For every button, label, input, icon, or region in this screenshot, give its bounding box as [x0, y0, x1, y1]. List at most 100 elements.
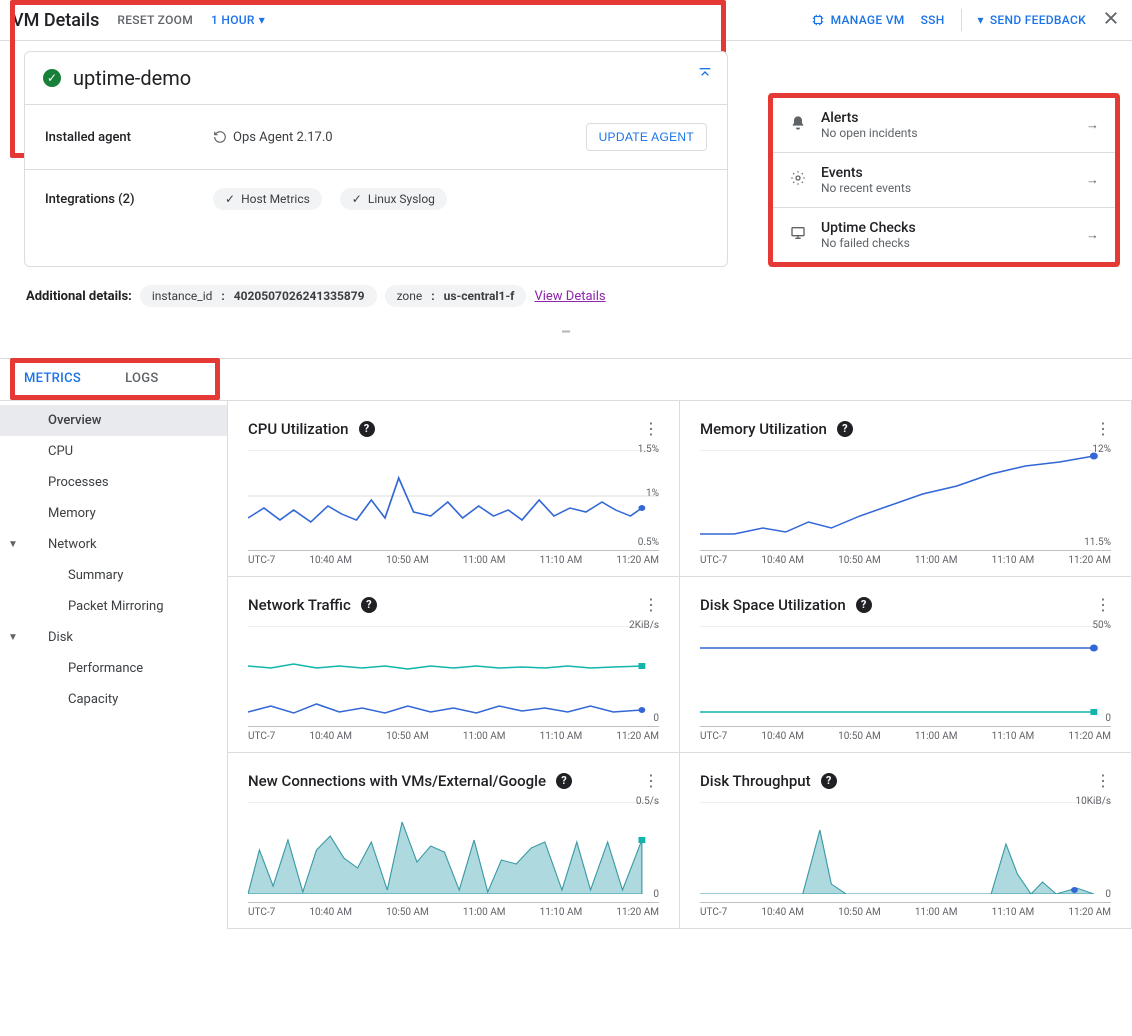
agent-label: Installed agent [45, 130, 195, 145]
chart-menu-button[interactable]: ⋮ [1095, 595, 1111, 614]
check-icon: ✓ [352, 192, 362, 206]
caret-down-icon: ▼ [8, 539, 18, 550]
vm-info-card: ✓ uptime-demo Installed agent Ops Agent … [24, 51, 728, 267]
x-axis: UTC-710:40 AM10:50 AM11:00 AM11:10 AM11:… [248, 902, 659, 918]
y-label: 0 [1105, 889, 1111, 900]
chip-icon [811, 13, 825, 27]
sidebar-item-disk-capacity[interactable]: Capacity [0, 684, 227, 715]
y-label: 0.5/s [636, 796, 659, 807]
sidebar-group-disk[interactable]: ▼Disk [0, 622, 227, 653]
help-icon[interactable]: ? [821, 773, 837, 789]
chart-svg [700, 802, 1111, 894]
tab-metrics[interactable]: METRICS [16, 359, 89, 400]
help-icon[interactable]: ? [361, 597, 377, 613]
y-label: 12% [1092, 444, 1111, 455]
time-range-dropdown[interactable]: 1 HOUR ▾ [211, 13, 265, 27]
view-details-link[interactable]: View Details [534, 289, 605, 304]
collapse-button[interactable] [697, 66, 713, 86]
x-axis: UTC-710:40 AM10:50 AM11:00 AM11:10 AM11:… [700, 726, 1111, 742]
chart-disk-space: Disk Space Utilization ? ⋮ 50% 0 [680, 577, 1132, 753]
events-icon [789, 170, 807, 190]
y-label: 50% [1092, 620, 1111, 631]
x-axis: UTC-710:40 AM10:50 AM11:00 AM11:10 AM11:… [700, 550, 1111, 566]
update-agent-button[interactable]: UPDATE AGENT [586, 123, 707, 151]
chart-menu-button[interactable]: ⋮ [643, 595, 659, 614]
chart-connections: New Connections with VMs/External/Google… [228, 753, 680, 929]
help-icon[interactable]: ? [856, 597, 872, 613]
vm-name: uptime-demo [73, 66, 191, 90]
top-bar: VM Details RESET ZOOM 1 HOUR ▾ MANAGE VM… [0, 0, 1132, 41]
y-label: 11.5% [1084, 537, 1111, 548]
integrations-label: Integrations (2) [45, 192, 195, 207]
collapse-icon [697, 66, 713, 82]
uptime-row[interactable]: Uptime ChecksNo failed checks → [773, 208, 1115, 262]
sidebar-item-processes[interactable]: Processes [0, 467, 227, 498]
ssh-button[interactable]: SSH [921, 13, 945, 27]
chart-menu-button[interactable]: ⋮ [1095, 771, 1111, 790]
chart-svg [248, 450, 659, 542]
drag-handle-icon[interactable]: ━ [0, 325, 1132, 340]
agent-value: Ops Agent 2.17.0 [213, 130, 333, 145]
separator [961, 9, 962, 31]
chart-svg [248, 626, 659, 718]
events-title: Events [821, 165, 911, 181]
arrow-right-icon: → [1086, 227, 1099, 243]
y-label: 0 [1105, 713, 1111, 724]
tab-logs[interactable]: LOGS [117, 359, 167, 400]
chart-menu-button[interactable]: ⋮ [1095, 419, 1111, 438]
events-sub: No recent events [821, 181, 911, 195]
help-icon[interactable]: ? [556, 773, 572, 789]
chart-svg [700, 626, 1111, 718]
sidebar-item-network-summary[interactable]: Summary [0, 560, 227, 591]
y-label: 1% [646, 488, 659, 499]
y-label: 0 [653, 889, 659, 900]
alerts-sub: No open incidents [821, 126, 918, 140]
help-icon[interactable]: ? [837, 421, 853, 437]
chart-title: Disk Space Utilization [700, 596, 846, 614]
chart-svg [248, 802, 659, 894]
chart-menu-button[interactable]: ⋮ [643, 419, 659, 438]
chart-network: Network Traffic ? ⋮ 2KiB/s 0 [228, 577, 680, 753]
chart-memory: Memory Utilization ? ⋮ 12% 11.5% UTC-7 [680, 401, 1132, 577]
help-icon[interactable]: ? [359, 421, 375, 437]
caret-down-icon: ▼ [8, 632, 18, 643]
chart-title: Memory Utilization [700, 420, 827, 438]
sidebar-item-packet-mirroring[interactable]: Packet Mirroring [0, 591, 227, 622]
chart-title: Disk Throughput [700, 772, 811, 790]
bell-icon [789, 115, 807, 135]
arrow-right-icon: → [1086, 172, 1099, 188]
chart-title: Network Traffic [248, 596, 351, 614]
integration-chip[interactable]: ✓Host Metrics [213, 188, 322, 210]
y-label: 10KiB/s [1076, 796, 1111, 807]
chart-svg [700, 450, 1111, 542]
x-axis: UTC-710:40 AM10:50 AM11:00 AM11:10 AM11:… [248, 726, 659, 742]
page-title: VM Details [12, 10, 99, 31]
chart-title: New Connections with VMs/External/Google [248, 772, 546, 790]
x-axis: UTC-710:40 AM10:50 AM11:00 AM11:10 AM11:… [248, 550, 659, 566]
sidebar-group-network[interactable]: ▼Network [0, 529, 227, 560]
sidebar-item-overview[interactable]: Overview [0, 405, 227, 436]
alerts-row[interactable]: AlertsNo open incidents → [773, 98, 1115, 153]
chart-menu-button[interactable]: ⋮ [643, 771, 659, 790]
close-button[interactable] [1102, 8, 1120, 32]
manage-vm-button[interactable]: MANAGE VM [811, 13, 905, 27]
refresh-icon [213, 130, 227, 144]
events-row[interactable]: EventsNo recent events → [773, 153, 1115, 208]
integration-chip[interactable]: ✓Linux Syslog [340, 188, 447, 210]
zone-chip[interactable]: zone : us-central1-f [385, 285, 527, 307]
send-feedback-dropdown[interactable]: ▾ SEND FEEDBACK [978, 13, 1086, 27]
monitor-icon [789, 225, 807, 245]
sidebar-item-memory[interactable]: Memory [0, 498, 227, 529]
y-label: 1.5% [638, 444, 659, 455]
uptime-title: Uptime Checks [821, 220, 916, 236]
sidebar-item-disk-performance[interactable]: Performance [0, 653, 227, 684]
y-label: 0 [653, 713, 659, 724]
status-panel: AlertsNo open incidents → EventsNo recen… [768, 93, 1120, 267]
caret-down-icon: ▾ [978, 13, 984, 27]
tabs: METRICS LOGS [0, 359, 1132, 401]
instance-id-chip[interactable]: instance_id : 4020507026241335879 [140, 285, 377, 307]
alerts-title: Alerts [821, 110, 918, 126]
sidebar-item-cpu[interactable]: CPU [0, 436, 227, 467]
chart-title: CPU Utilization [248, 420, 349, 438]
reset-zoom-button[interactable]: RESET ZOOM [117, 13, 193, 27]
